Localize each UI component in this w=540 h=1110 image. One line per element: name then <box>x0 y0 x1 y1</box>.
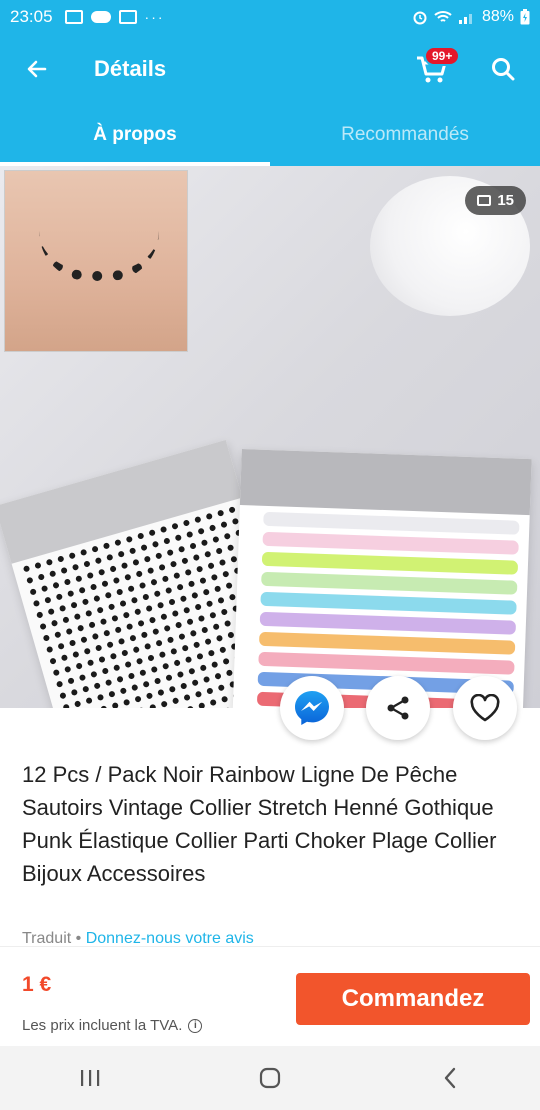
purchase-bar: 1 € Les prix incluent la TVA. i Commande… <box>0 946 540 1046</box>
vat-note: Les prix incluent la TVA. i <box>22 1017 203 1034</box>
cart-badge: 99+ <box>424 46 461 66</box>
cloud-icon <box>90 11 111 23</box>
order-button[interactable]: Commandez <box>296 973 530 1025</box>
cart-button[interactable]: 99+ <box>404 44 461 94</box>
arrow-left-icon <box>27 60 47 78</box>
gallery-notification-icon <box>64 10 83 24</box>
color-choker-band <box>261 551 519 575</box>
photo-count: 15 <box>497 192 514 209</box>
model-wearing-choker-photo <box>4 170 188 352</box>
back-button[interactable] <box>0 34 74 104</box>
system-back-button[interactable] <box>410 1046 490 1110</box>
tab-recommended[interactable]: Recommandés <box>270 104 540 166</box>
translated-label: Traduit • <box>22 930 86 947</box>
product-title: 12 Pcs / Pack Noir Rainbow Ligne De Pêch… <box>22 762 497 886</box>
info-icon[interactable]: i <box>188 1018 203 1033</box>
battery-percent: 88% <box>481 8 514 25</box>
messenger-share-button[interactable] <box>280 676 344 740</box>
product-price: 1 € <box>22 973 52 996</box>
status-bar: 23:05 ··· 88% <box>0 0 540 34</box>
system-icons: 88% <box>412 8 530 26</box>
app-notification-icon <box>118 10 137 24</box>
status-time: 23:05 <box>10 7 53 26</box>
tab-bar: À propos Recommandés <box>0 104 540 166</box>
wifi-icon <box>434 11 452 22</box>
color-choker-band <box>260 591 517 615</box>
chevron-left-icon <box>444 1067 456 1089</box>
page-title: Détails <box>94 56 167 81</box>
feedback-link[interactable]: Donnez-nous votre avis <box>86 930 254 947</box>
tab-about[interactable]: À propos <box>0 104 270 166</box>
home-icon <box>259 1067 281 1089</box>
vat-note-text: Les prix incluent la TVA. <box>22 1017 183 1034</box>
recent-apps-icon <box>81 1070 100 1086</box>
home-button[interactable] <box>230 1046 310 1110</box>
color-choker-band <box>258 631 516 655</box>
color-choker-band <box>263 511 520 535</box>
rainbow-chokers-card <box>230 449 532 708</box>
color-choker-band <box>262 531 519 555</box>
color-choker-band <box>258 651 515 675</box>
product-image-gallery[interactable]: 15 <box>0 166 540 708</box>
battery-icon <box>520 9 530 25</box>
messenger-icon <box>295 691 329 725</box>
share-button[interactable] <box>366 676 430 740</box>
image-icon <box>477 195 492 206</box>
app-bar: Détails 99+ <box>0 34 540 104</box>
color-choker-band <box>259 611 517 635</box>
photo-count-badge[interactable]: 15 <box>465 186 526 215</box>
notification-icons: ··· <box>64 9 165 25</box>
color-choker-band <box>261 571 518 595</box>
system-navigation-bar <box>0 1046 540 1110</box>
signal-icon <box>458 14 472 24</box>
recent-apps-button[interactable] <box>50 1046 130 1110</box>
search-button[interactable] <box>476 44 530 94</box>
favorite-button[interactable] <box>453 676 517 740</box>
alarm-icon <box>413 11 427 25</box>
more-notifications-icon: ··· <box>144 9 165 25</box>
heart-icon <box>470 694 500 722</box>
share-icon <box>387 696 409 720</box>
search-icon <box>492 58 515 81</box>
